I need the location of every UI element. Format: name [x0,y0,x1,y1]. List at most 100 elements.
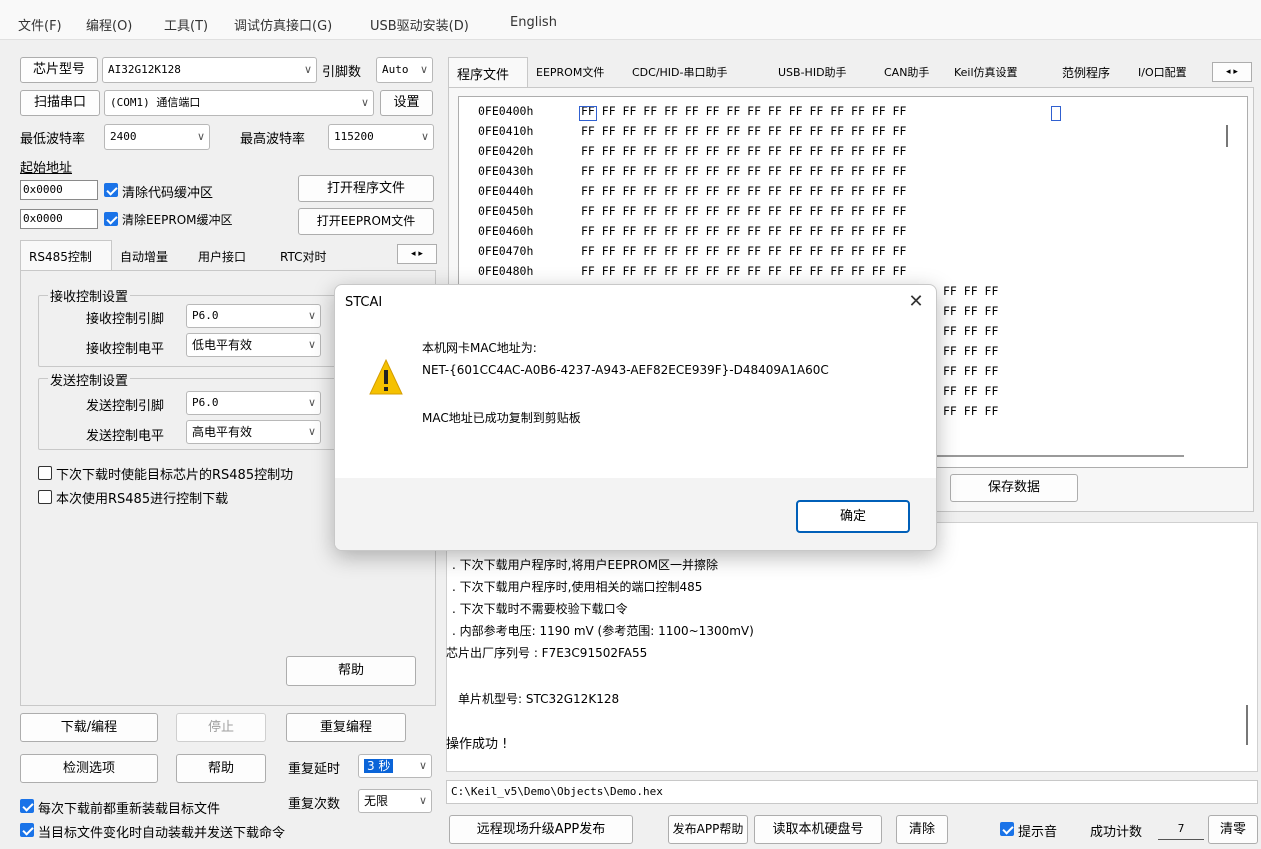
repeat-program-button[interactable]: 重复编程 [286,713,406,742]
receive-pin-label: 接收控制引脚 [86,312,165,327]
min-baud-select[interactable]: 2400 ∨ [104,124,210,150]
hex-address: 0FE0440h [478,184,534,198]
receive-group-title: 接收控制设置 [48,286,131,305]
remote-upgrade-button[interactable]: 远程现场升级APP发布 [449,815,633,844]
max-baud-select[interactable]: 115200 ∨ [328,124,434,150]
repeat-count-select[interactable]: 无限 ∨ [358,789,432,813]
hex-address: 0FE0480h [478,264,534,278]
check-options-button[interactable]: 检测选项 [20,754,158,783]
tab-can[interactable]: CAN助手 [880,64,933,80]
clear-eeprom-label: 清除EEPROM缓冲区 [122,213,233,227]
pins-select[interactable]: Auto ∨ [376,57,433,83]
open-eeprom-file-button[interactable]: 打开EEPROM文件 [298,208,434,235]
tab-scroll-arrows[interactable]: ◂ ▸ [397,244,437,264]
tab-examples[interactable]: 范例程序 [1058,64,1114,81]
success-count-value: 7 [1158,818,1204,840]
receive-level-select[interactable]: 低电平有效 ∨ [186,333,321,357]
dialog-title: STCAI [345,295,383,310]
chip-model-select[interactable]: AI32G12K128 ∨ [102,57,317,83]
code-address-input[interactable]: 0x0000 [20,180,98,200]
tab-label: 程序文件 [457,68,510,83]
download-program-button[interactable]: 下载/编程 [20,713,158,742]
send-level-select[interactable]: 高电平有效 ∨ [186,420,321,444]
tab-label: RS485控制 [29,250,92,264]
reset-count-button[interactable]: 清零 [1208,815,1258,844]
hex-data-tail: FF FF FF [943,284,999,298]
clear-code-checkbox[interactable] [104,183,118,197]
clear-code-label: 清除代码缓冲区 [122,186,214,201]
use-rs485-checkbox[interactable] [38,490,52,504]
tab-program-file[interactable]: 程序文件 [448,57,528,87]
hex-data: FF FF FF FF FF FF FF FF FF FF FF FF FF F… [581,144,907,158]
auto-reload-checkbox[interactable] [20,823,34,837]
hex-scrollbar[interactable] [1226,125,1228,147]
tab-rtc-sync[interactable]: RTC对时 [276,248,330,265]
reload-before-download-checkbox[interactable] [20,799,34,813]
menu-program[interactable]: 编程(O) [86,15,132,34]
hex-address: 0FE0400h [478,104,534,118]
menu-debug[interactable]: 调试仿真接口(G) [234,15,332,34]
settings-button[interactable]: 设置 [380,90,433,116]
log-line: . 内部参考电压: 1190 mV (参考范围: 1100~1300mV) [452,624,754,638]
chevron-down-icon: ∨ [303,63,312,76]
tab-usb-hid[interactable]: USB-HID助手 [774,64,851,80]
tab-keil-sim[interactable]: Keil仿真设置 [950,64,1022,80]
hex-address: 0FE0420h [478,144,534,158]
clear-button[interactable]: 清除 [896,815,948,844]
chevron-down-icon: ∨ [307,425,316,438]
eeprom-address-input[interactable]: 0x0000 [20,209,98,229]
clear-eeprom-checkbox[interactable] [104,212,118,226]
warning-icon [369,358,403,398]
hex-address: 0FE0470h [478,244,534,258]
tab-auto-increment[interactable]: 自动增量 [116,248,172,265]
repeat-delay-select[interactable]: 3 秒 ∨ [358,754,432,778]
open-program-file-button[interactable]: 打开程序文件 [298,175,434,202]
receive-pin-select[interactable]: P6.0 ∨ [186,304,321,328]
hex-address: 0FE0410h [478,124,534,138]
menu-usb-driver[interactable]: USB驱动安装(D) [370,15,469,34]
port-select[interactable]: (COM1) 通信端口 ∨ [104,90,374,116]
use-rs485-label: 本次使用RS485进行控制下载 [56,492,229,507]
scan-port-button[interactable]: 扫描串口 [20,90,100,116]
tab-rs485-control[interactable]: RS485控制 [20,240,112,271]
file-path-field: C:\Keil_v5\Demo\Objects\Demo.hex [446,780,1258,804]
chevron-down-icon: ∨ [418,794,427,807]
log-line: 操作成功 ! [446,737,508,752]
menu-tools[interactable]: 工具(T) [164,15,208,34]
chevron-down-icon: ∨ [307,338,316,351]
ascii-cursor [1051,106,1061,121]
publish-help-button[interactable]: 发布APP帮助 [668,815,748,844]
save-data-button[interactable]: 保存数据 [950,474,1078,502]
min-baud-label: 最低波特率 [20,132,86,147]
menu-english[interactable]: English [510,15,557,30]
chip-model-label[interactable]: 芯片型号 [20,57,98,83]
tab-io-config[interactable]: I/O口配置 [1134,64,1208,80]
hex-data: FF FF FF FF FF FF FF FF FF FF FF FF FF F… [581,244,907,258]
tab-user-interface[interactable]: 用户接口 [194,248,250,265]
chevron-down-icon: ∨ [360,96,369,109]
chevron-down-icon: ∨ [196,130,205,143]
send-pin-select[interactable]: P6.0 ∨ [186,391,321,415]
tab-scroll-arrows[interactable]: ◂ ▸ [1212,62,1252,82]
hex-data: FF FF FF FF FF FF FF FF FF FF FF FF FF F… [581,184,907,198]
log-line: 单片机型号: STC32G12K128 [458,692,620,706]
max-baud-label: 最高波特率 [240,132,306,147]
menu-bar: 文件(F) 编程(O) 工具(T) 调试仿真接口(G) USB驱动安装(D) E… [0,0,1261,40]
hex-data: FF FF FF FF FF FF FF FF FF FF FF FF FF F… [581,104,907,118]
tab-eeprom-file[interactable]: EEPROM文件 [532,64,608,80]
enable-rs485-checkbox[interactable] [38,466,52,480]
help2-button[interactable]: 帮助 [176,754,266,783]
close-icon[interactable]: ✕ [901,289,931,315]
help-button[interactable]: 帮助 [286,656,416,686]
sound-checkbox[interactable] [1000,822,1014,836]
pins-label: 引脚数 [322,65,362,80]
menu-file[interactable]: 文件(F) [18,15,62,34]
ok-button[interactable]: 确定 [796,500,910,533]
log-scrollbar[interactable] [1246,705,1248,745]
hex-address: 0FE0430h [478,164,534,178]
tab-cdc-hid-serial[interactable]: CDC/HID-串口助手 [628,64,732,80]
reload-before-download-label: 每次下载前都重新装载目标文件 [38,802,221,817]
stop-button[interactable]: 停止 [176,713,266,742]
read-disk-id-button[interactable]: 读取本机硬盘号 [754,815,882,844]
hex-data: FF FF FF FF FF FF FF FF FF FF FF FF FF F… [581,204,907,218]
